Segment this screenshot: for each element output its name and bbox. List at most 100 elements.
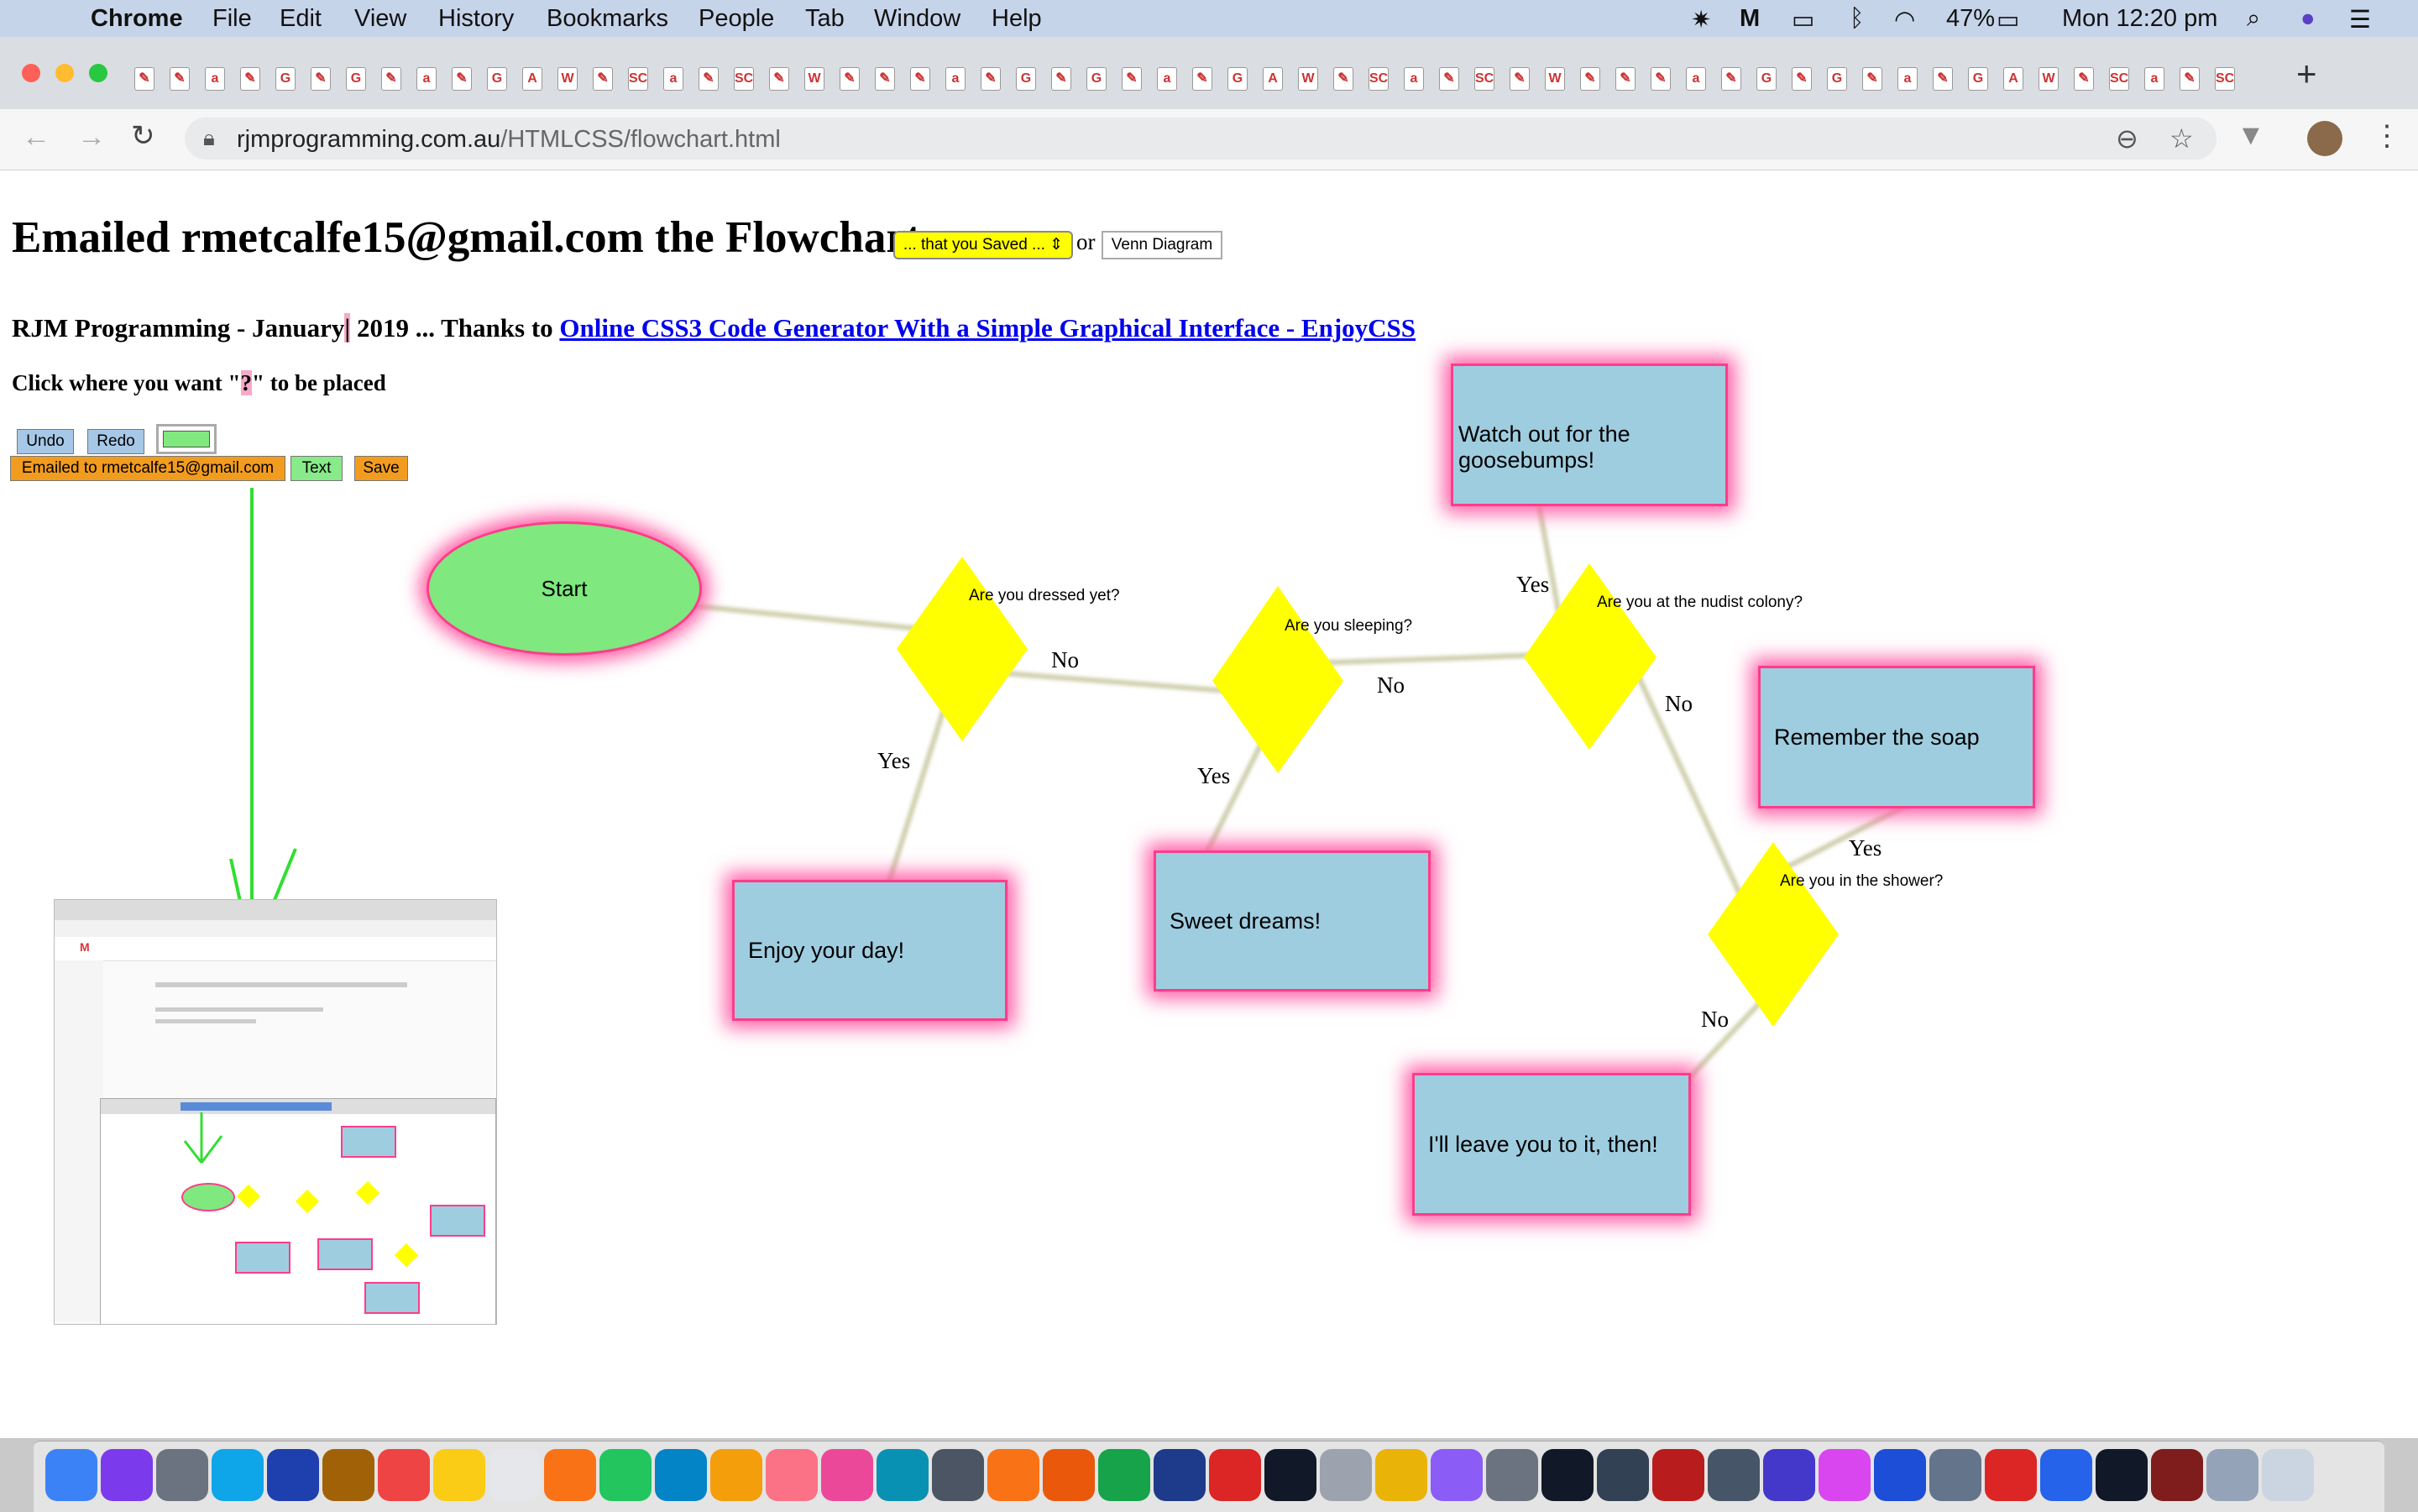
tab-favicon[interactable]: G [1968,67,1988,91]
tab-favicon[interactable]: SC [628,67,648,91]
tab-favicon[interactable]: ✎ [381,67,401,91]
tab-favicon[interactable]: ✎ [1615,67,1636,91]
dock-app-icon[interactable] [2262,1449,2314,1501]
tab-favicon[interactable]: ✎ [981,67,1001,91]
tab-favicon[interactable]: A [522,67,542,91]
wifi-icon[interactable]: ◠ [1894,5,1915,34]
tab-favicon[interactable]: ✎ [1051,67,1071,91]
tab-favicon[interactable]: ✎ [1792,67,1812,91]
zoom-icon[interactable]: ⊖ [2116,123,2138,154]
tab-favicon[interactable]: ✎ [1333,67,1353,91]
tab-favicon[interactable]: ✎ [1439,67,1459,91]
tab-favicon[interactable]: A [1263,67,1283,91]
window-minimize-button[interactable] [55,64,74,82]
tab-favicon[interactable]: G [1227,67,1248,91]
dock-app-icon[interactable] [1929,1449,1981,1501]
new-tab-button[interactable]: + [2296,54,2317,94]
tab-favicon[interactable]: W [1545,67,1565,91]
dock-app-icon[interactable] [1098,1449,1150,1501]
tab-favicon[interactable]: SC [2215,67,2235,91]
bluetooth-icon[interactable]: ᛒ [1850,5,1864,33]
dock-app-icon[interactable] [599,1449,652,1501]
tab-favicon[interactable]: G [1086,67,1107,91]
dock-app-icon[interactable] [2206,1449,2258,1501]
tab-favicon[interactable]: ✎ [1862,67,1882,91]
tab-favicon[interactable]: G [1756,67,1777,91]
tab-favicon[interactable]: G [1827,67,1847,91]
menu-history[interactable]: History [438,5,514,33]
dock-app-icon[interactable] [2096,1449,2148,1501]
tab-favicon[interactable]: W [804,67,824,91]
tab-favicon[interactable]: a [1686,67,1706,91]
tab-favicon[interactable]: SC [1369,67,1389,91]
tab-favicon[interactable]: ✎ [2074,67,2094,91]
lock-icon[interactable]: 🔒︎ [203,125,215,152]
dock-app-icon[interactable] [1320,1449,1372,1501]
tab-favicon[interactable]: ✎ [875,67,895,91]
box-remember-soap[interactable]: Remember the soap [1758,666,2035,808]
menu-view[interactable]: View [354,5,406,33]
forward-icon[interactable]: → [77,121,106,154]
dock-app-icon[interactable] [1264,1449,1316,1501]
dock-app-icon[interactable] [1985,1449,2037,1501]
tab-favicon[interactable]: A [2003,67,2023,91]
menu-edit[interactable]: Edit [280,5,322,33]
airplay-icon[interactable]: ▭ [1792,5,1814,34]
battery-icon[interactable]: ▭ [1997,5,2019,34]
dock-app-icon[interactable] [1209,1449,1261,1501]
tab-favicon[interactable]: ✎ [1192,67,1212,91]
malwarebytes-icon[interactable]: M [1740,5,1760,33]
tab-favicon[interactable]: ✎ [2180,67,2200,91]
dock-app-icon[interactable] [710,1449,762,1501]
tab-favicon[interactable]: ✎ [769,67,789,91]
bookmark-star-icon[interactable]: ☆ [2169,123,2194,154]
tab-favicon[interactable]: a [416,67,437,91]
dock-app-icon[interactable] [433,1449,485,1501]
tab-favicon[interactable]: ✎ [1721,67,1741,91]
dock-app-icon[interactable] [2151,1449,2203,1501]
box-goosebumps[interactable]: Watch out for the goosebumps! [1451,364,1728,506]
menu-bookmarks[interactable]: Bookmarks [547,5,668,33]
menubar-clock[interactable]: Mon 12:20 pm [2062,5,2217,33]
dock-app-icon[interactable] [1652,1449,1704,1501]
tab-favicon[interactable]: SC [1474,67,1494,91]
dock-app-icon[interactable] [1486,1449,1538,1501]
reload-icon[interactable]: ↻ [131,119,155,153]
menu-help[interactable]: Help [992,5,1042,33]
siri-icon[interactable]: ● [2300,5,2316,33]
dock-app-icon[interactable] [1763,1449,1815,1501]
dock-app-icon[interactable] [101,1449,153,1501]
dock-app-icon[interactable] [1708,1449,1760,1501]
tab-favicon[interactable]: ✎ [1933,67,1953,91]
dock-app-icon[interactable] [766,1449,818,1501]
dock-app-icon[interactable] [2040,1449,2092,1501]
tab-favicon[interactable]: W [1298,67,1318,91]
dock-app-icon[interactable] [1154,1449,1206,1501]
dock-app-icon[interactable] [1375,1449,1427,1501]
dock-app-icon[interactable] [932,1449,984,1501]
chrome-menu-icon[interactable]: ⋮ [2373,119,2401,153]
dock-app-icon[interactable] [212,1449,264,1501]
dock-app-icon[interactable] [489,1449,541,1501]
tab-favicon[interactable]: a [2144,67,2164,91]
box-sweet-dreams[interactable]: Sweet dreams! [1154,850,1431,991]
status-app-icon[interactable]: ✷ [1691,5,1711,34]
dock-app-icon[interactable] [1541,1449,1594,1501]
tab-favicon[interactable]: SC [734,67,754,91]
tab-favicon[interactable]: ✎ [840,67,860,91]
dock-app-icon[interactable] [821,1449,873,1501]
window-zoom-button[interactable] [89,64,107,82]
extension-icon[interactable]: ▼ [2237,119,2265,152]
box-leave-it[interactable]: I'll leave you to it, then! [1412,1073,1691,1216]
tab-favicon[interactable]: W [557,67,578,91]
dock-app-icon[interactable] [1431,1449,1483,1501]
tab-favicon[interactable]: SC [2109,67,2129,91]
menu-tab[interactable]: Tab [805,5,845,33]
tab-favicon[interactable]: ✎ [1122,67,1142,91]
menu-people[interactable]: People [699,5,774,33]
dock-app-icon[interactable] [1043,1449,1095,1501]
tab-favicon[interactable]: ✎ [170,67,190,91]
tab-favicon[interactable]: a [205,67,225,91]
menu-window[interactable]: Window [874,5,960,33]
spotlight-icon[interactable]: ⌕ [2247,5,2260,33]
